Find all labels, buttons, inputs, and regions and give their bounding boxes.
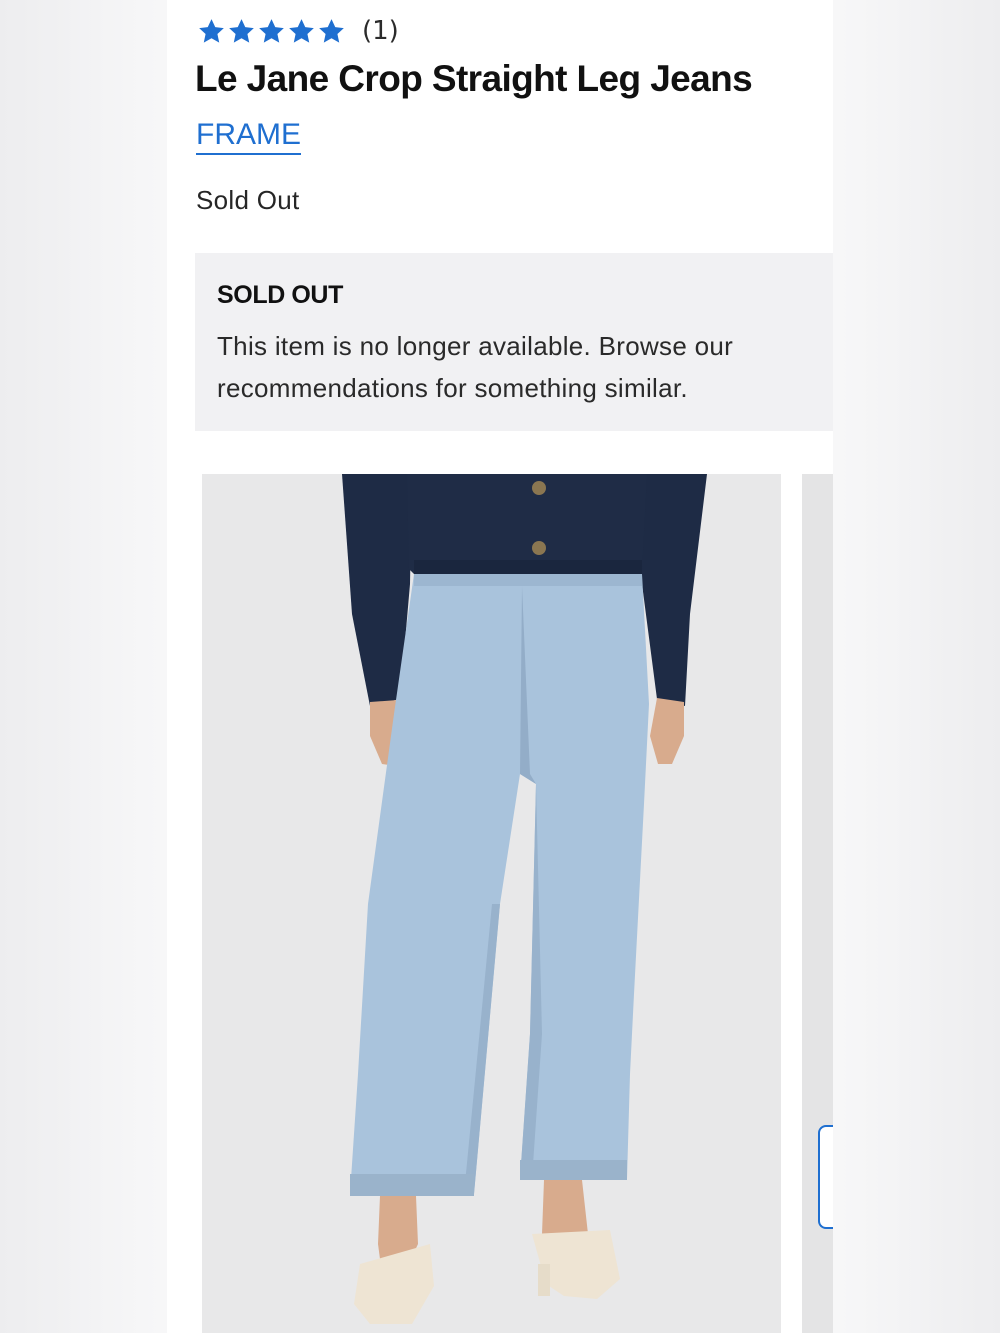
product-panel: (1) Le Jane Crop Straight Leg Jeans FRAM… (167, 0, 833, 1333)
product-image[interactable] (202, 474, 781, 1333)
star-icon (199, 18, 224, 43)
star-rating (197, 17, 346, 46)
notice-message: This item is no longer available. Browse… (217, 331, 734, 403)
brand-link[interactable]: FRAME (196, 118, 301, 155)
jeans-photo (202, 474, 781, 1333)
star-icon (289, 18, 314, 43)
product-title: Le Jane Crop Straight Leg Jeans (195, 58, 753, 99)
feedback-tab[interactable] (818, 1125, 833, 1229)
notice-heading: SOLD OUT (217, 281, 343, 309)
star-icon (229, 18, 254, 43)
availability-status: Sold Out (196, 185, 300, 215)
image-carousel[interactable] (202, 474, 833, 1333)
rating[interactable]: (1) (197, 14, 399, 48)
sold-out-notice: SOLD OUT This item is no longer availabl… (195, 253, 833, 431)
star-icon (259, 18, 284, 43)
review-count[interactable]: (1) (362, 16, 399, 46)
star-icon (319, 18, 344, 43)
